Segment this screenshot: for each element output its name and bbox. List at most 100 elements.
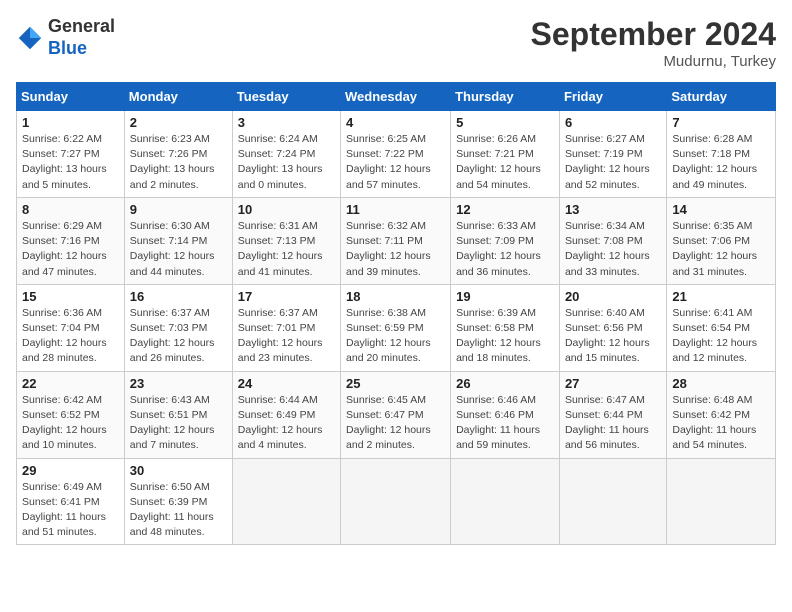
table-row: 14Sunrise: 6:35 AMSunset: 7:06 PMDayligh… (667, 197, 776, 284)
day-number: 24 (238, 376, 335, 391)
table-row (341, 458, 451, 545)
day-info: Sunrise: 6:34 AMSunset: 7:08 PMDaylight:… (565, 219, 661, 280)
day-number: 18 (346, 289, 445, 304)
table-row: 12 Sunrise: 6:33 AMSunset: 7:09 PMDayligh… (451, 197, 560, 284)
day-number: 26 (456, 376, 554, 391)
table-row: 29 Sunrise: 6:49 AMSunset: 6:41 PMDayligh… (17, 458, 125, 545)
calendar-week-row: 22Sunrise: 6:42 AMSunset: 6:52 PMDayligh… (17, 371, 776, 458)
day-info: Sunrise: 6:24 AMSunset: 7:24 PMDaylight:… (238, 132, 335, 193)
day-info: Sunrise: 6:47 AMSunset: 6:44 PMDaylight:… (565, 393, 661, 454)
day-info: Sunrise: 6:35 AMSunset: 7:06 PMDaylight:… (672, 219, 770, 280)
table-row: 26Sunrise: 6:46 AMSunset: 6:46 PMDayligh… (451, 371, 560, 458)
logo: General Blue (16, 16, 115, 59)
day-number: 17 (238, 289, 335, 304)
day-info: Sunrise: 6:25 AMSunset: 7:22 PMDaylight:… (346, 132, 445, 193)
day-info: Sunrise: 6:31 AMSunset: 7:13 PMDaylight:… (238, 219, 335, 280)
table-row: 7 Sunrise: 6:28 AMSunset: 7:18 PMDaylight… (667, 111, 776, 198)
col-sunday: Sunday (17, 83, 125, 111)
day-info: Sunrise: 6:48 AMSunset: 6:42 PMDaylight:… (672, 393, 770, 454)
table-row: 6 Sunrise: 6:27 AMSunset: 7:19 PMDaylight… (559, 111, 666, 198)
day-number: 11 (346, 202, 445, 217)
location-subtitle: Mudurnu, Turkey (531, 53, 776, 70)
table-row: 28 Sunrise: 6:48 AMSunset: 6:42 PMDayligh… (667, 371, 776, 458)
day-info: Sunrise: 6:23 AMSunset: 7:26 PMDaylight:… (130, 132, 227, 193)
day-number: 30 (130, 463, 227, 478)
day-number: 4 (346, 115, 445, 130)
day-info: Sunrise: 6:39 AMSunset: 6:58 PMDaylight:… (456, 306, 554, 367)
day-info: Sunrise: 6:49 AMSunset: 6:41 PMDaylight:… (22, 480, 119, 541)
table-row: 4 Sunrise: 6:25 AMSunset: 7:22 PMDaylight… (341, 111, 451, 198)
day-number: 10 (238, 202, 335, 217)
table-row (451, 458, 560, 545)
day-number: 3 (238, 115, 335, 130)
day-number: 23 (130, 376, 227, 391)
table-row (559, 458, 666, 545)
day-info: Sunrise: 6:30 AMSunset: 7:14 PMDaylight:… (130, 219, 227, 280)
table-row: 20Sunrise: 6:40 AMSunset: 6:56 PMDayligh… (559, 284, 666, 371)
day-number: 5 (456, 115, 554, 130)
table-row: 5 Sunrise: 6:26 AMSunset: 7:21 PMDaylight… (451, 111, 560, 198)
table-row: 21 Sunrise: 6:41 AMSunset: 6:54 PMDayligh… (667, 284, 776, 371)
table-row: 10 Sunrise: 6:31 AMSunset: 7:13 PMDayligh… (232, 197, 340, 284)
day-info: Sunrise: 6:50 AMSunset: 6:39 PMDaylight:… (130, 480, 227, 541)
day-info: Sunrise: 6:29 AMSunset: 7:16 PMDaylight:… (22, 219, 119, 280)
col-saturday: Saturday (667, 83, 776, 111)
day-number: 25 (346, 376, 445, 391)
day-info: Sunrise: 6:37 AMSunset: 7:03 PMDaylight:… (130, 306, 227, 367)
day-number: 7 (672, 115, 770, 130)
day-number: 8 (22, 202, 119, 217)
table-row: 2 Sunrise: 6:23 AMSunset: 7:26 PMDaylight… (124, 111, 232, 198)
day-number: 21 (672, 289, 770, 304)
table-row: 30 Sunrise: 6:50 AMSunset: 6:39 PMDayligh… (124, 458, 232, 545)
day-number: 13 (565, 202, 661, 217)
day-number: 6 (565, 115, 661, 130)
day-info: Sunrise: 6:41 AMSunset: 6:54 PMDaylight:… (672, 306, 770, 367)
col-monday: Monday (124, 83, 232, 111)
table-row: 16 Sunrise: 6:37 AMSunset: 7:03 PMDayligh… (124, 284, 232, 371)
table-row: 15Sunrise: 6:36 AMSunset: 7:04 PMDayligh… (17, 284, 125, 371)
day-number: 1 (22, 115, 119, 130)
table-row: 22Sunrise: 6:42 AMSunset: 6:52 PMDayligh… (17, 371, 125, 458)
day-number: 29 (22, 463, 119, 478)
table-row: 8 Sunrise: 6:29 AMSunset: 7:16 PMDaylight… (17, 197, 125, 284)
day-number: 9 (130, 202, 227, 217)
day-number: 2 (130, 115, 227, 130)
table-row: 9 Sunrise: 6:30 AMSunset: 7:14 PMDaylight… (124, 197, 232, 284)
table-row: 17Sunrise: 6:37 AMSunset: 7:01 PMDayligh… (232, 284, 340, 371)
table-row (232, 458, 340, 545)
day-info: Sunrise: 6:43 AMSunset: 6:51 PMDaylight:… (130, 393, 227, 454)
day-info: Sunrise: 6:45 AMSunset: 6:47 PMDaylight:… (346, 393, 445, 454)
day-number: 19 (456, 289, 554, 304)
title-block: September 2024 Mudurnu, Turkey (531, 16, 776, 70)
day-info: Sunrise: 6:42 AMSunset: 6:52 PMDaylight:… (22, 393, 119, 454)
table-row: 3 Sunrise: 6:24 AMSunset: 7:24 PMDaylight… (232, 111, 340, 198)
day-info: Sunrise: 6:33 AMSunset: 7:09 PMDaylight:… (456, 219, 554, 280)
table-row: 1Sunrise: 6:22 AMSunset: 7:27 PMDaylight… (17, 111, 125, 198)
day-info: Sunrise: 6:26 AMSunset: 7:21 PMDaylight:… (456, 132, 554, 193)
page-header: General Blue September 2024 Mudurnu, Tur… (16, 16, 776, 70)
col-friday: Friday (559, 83, 666, 111)
day-info: Sunrise: 6:44 AMSunset: 6:49 PMDaylight:… (238, 393, 335, 454)
month-title: September 2024 (531, 16, 776, 53)
day-info: Sunrise: 6:36 AMSunset: 7:04 PMDaylight:… (22, 306, 119, 367)
table-row: 27 Sunrise: 6:47 AMSunset: 6:44 PMDayligh… (559, 371, 666, 458)
calendar-week-row: 15Sunrise: 6:36 AMSunset: 7:04 PMDayligh… (17, 284, 776, 371)
weekday-header-row: Sunday Monday Tuesday Wednesday Thursday… (17, 83, 776, 111)
day-number: 12 (456, 202, 554, 217)
logo-icon (16, 24, 44, 52)
calendar-week-row: 1Sunrise: 6:22 AMSunset: 7:27 PMDaylight… (17, 111, 776, 198)
day-info: Sunrise: 6:32 AMSunset: 7:11 PMDaylight:… (346, 219, 445, 280)
calendar-table: Sunday Monday Tuesday Wednesday Thursday… (16, 82, 776, 545)
table-row: 25 Sunrise: 6:45 AMSunset: 6:47 PMDayligh… (341, 371, 451, 458)
calendar-week-row: 8 Sunrise: 6:29 AMSunset: 7:16 PMDaylight… (17, 197, 776, 284)
day-info: Sunrise: 6:27 AMSunset: 7:19 PMDaylight:… (565, 132, 661, 193)
day-number: 27 (565, 376, 661, 391)
col-thursday: Thursday (451, 83, 560, 111)
table-row: 13 Sunrise: 6:34 AMSunset: 7:08 PMDayligh… (559, 197, 666, 284)
day-number: 16 (130, 289, 227, 304)
day-info: Sunrise: 6:38 AMSunset: 6:59 PMDaylight:… (346, 306, 445, 367)
table-row: 18 Sunrise: 6:38 AMSunset: 6:59 PMDayligh… (341, 284, 451, 371)
day-info: Sunrise: 6:28 AMSunset: 7:18 PMDaylight:… (672, 132, 770, 193)
day-number: 28 (672, 376, 770, 391)
table-row: 11 Sunrise: 6:32 AMSunset: 7:11 PMDayligh… (341, 197, 451, 284)
